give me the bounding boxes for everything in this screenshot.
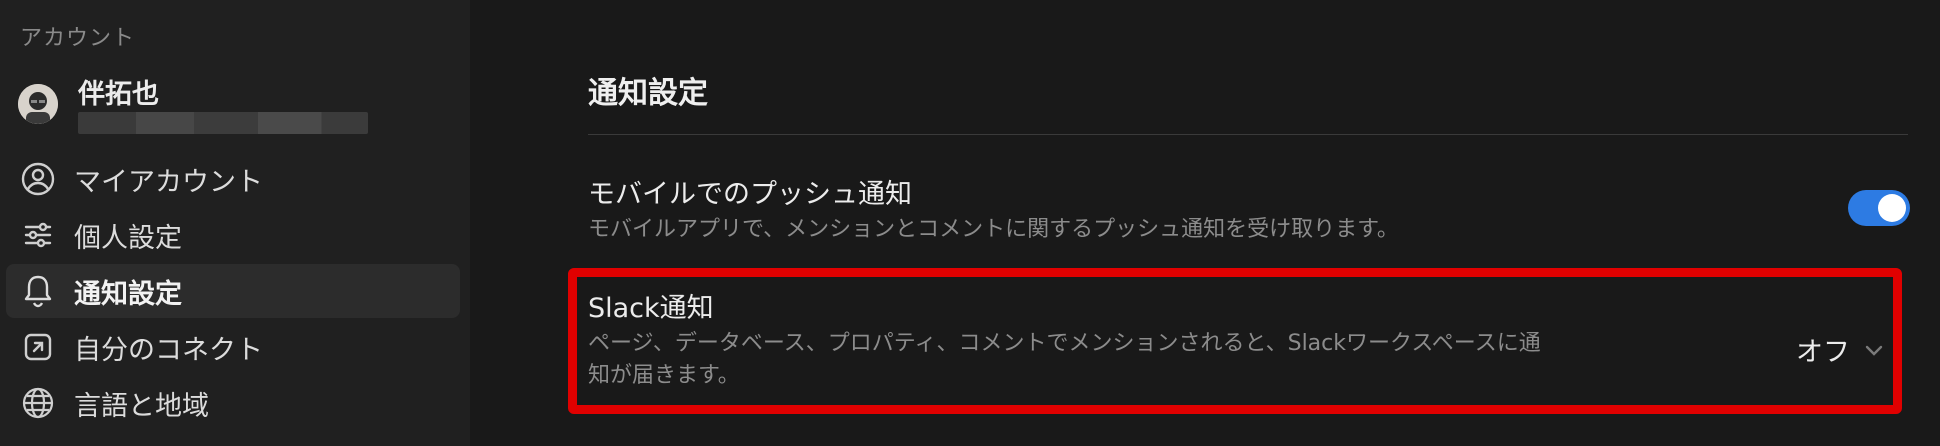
slack-notification-select[interactable]: オフ [1796, 330, 1884, 369]
push-notification-toggle[interactable] [1848, 190, 1910, 226]
sidebar-item-my-account[interactable]: マイアカウント [6, 152, 460, 206]
sidebar-item-label: 通知設定 [74, 278, 182, 310]
divider [588, 134, 1908, 135]
user-name: 伴拓也 [78, 79, 159, 110]
sidebar-nav: マイアカウント 個人設定 通知設定 自分のコネクト 言語と地域 [0, 152, 470, 432]
sidebar-item-label: 個人設定 [74, 222, 182, 254]
slack-notification-description-line1: ページ、データベース、プロパティ、コメントでメンションされると、Slackワーク… [588, 331, 1541, 356]
chevron-down-icon [1864, 343, 1884, 357]
sidebar-item-label: マイアカウント [74, 166, 263, 198]
settings-main: 通知設定 モバイルでのプッシュ通知 モバイルアプリで、メンションとコメントに関す… [470, 0, 1940, 446]
slack-notification-title: Slack通知 [588, 293, 714, 324]
sidebar-item-preferences[interactable]: 個人設定 [6, 208, 460, 262]
page-title: 通知設定 [588, 76, 708, 111]
sliders-icon [20, 217, 56, 253]
sidebar-item-label: 言語と地域 [74, 390, 209, 422]
push-notification-title: モバイルでのプッシュ通知 [588, 179, 912, 210]
toggle-knob [1878, 194, 1906, 222]
bell-icon [20, 273, 56, 309]
user-profile: 伴拓也 [18, 72, 458, 138]
globe-icon [20, 385, 56, 421]
select-value-label: オフ [1796, 337, 1850, 368]
sidebar-item-label: 自分のコネクト [74, 334, 263, 366]
account-section-label: アカウント [20, 26, 136, 51]
user-circle-icon [20, 161, 56, 197]
sidebar-item-notifications[interactable]: 通知設定 [6, 264, 460, 318]
sidebar-item-connections[interactable]: 自分のコネクト [6, 320, 460, 374]
settings-sidebar: アカウント 伴拓也 マイアカウント 個人設定 通知設定 自分のコネクト 言語と地… [0, 0, 470, 446]
slack-notification-description-line2: 知が届きます。 [588, 363, 740, 388]
avatar [18, 84, 58, 124]
external-link-icon [20, 329, 56, 365]
user-email-redacted [78, 112, 368, 134]
sidebar-item-language-region[interactable]: 言語と地域 [6, 376, 460, 430]
push-notification-description: モバイルアプリで、メンションとコメントに関するプッシュ通知を受け取ります。 [588, 217, 1399, 242]
